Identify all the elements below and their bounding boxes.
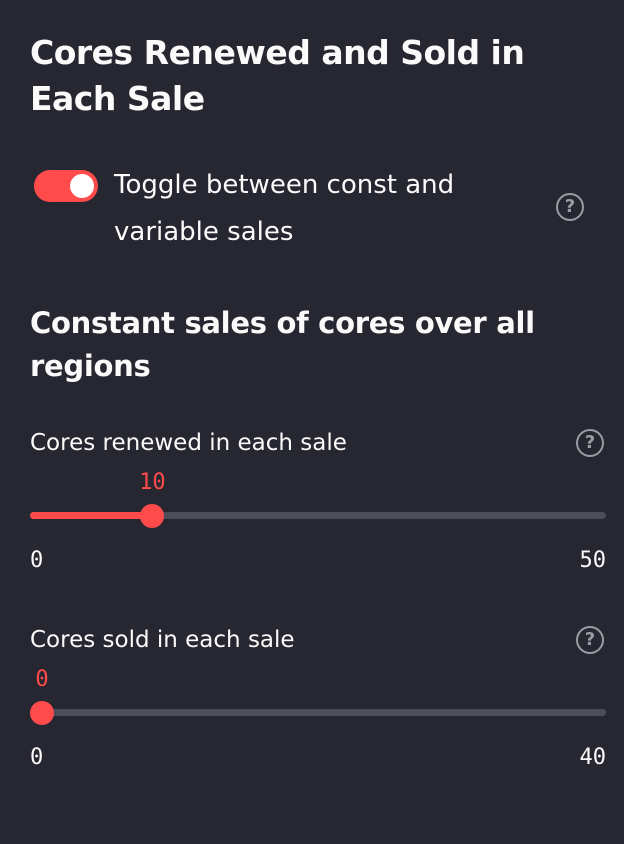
slider-thumb[interactable] bbox=[140, 504, 165, 528]
slider-max-label: 40 bbox=[579, 745, 607, 770]
slider-track[interactable] bbox=[30, 709, 606, 716]
slider-min-label: 0 bbox=[30, 548, 44, 573]
slider-fill bbox=[30, 512, 153, 519]
help-icon[interactable]: ? bbox=[576, 626, 604, 654]
cores-sold-slider: Cores sold in each sale ? 0 0 40 bbox=[30, 625, 606, 775]
section-title: Constant sales of cores over all regions bbox=[30, 306, 535, 383]
page-title: Cores Renewed and Sold in Each Sale bbox=[30, 33, 525, 118]
help-icon[interactable]: ? bbox=[556, 193, 584, 221]
slider-label: Cores sold in each sale bbox=[30, 627, 295, 653]
sidebar-panel: Cores Renewed and Sold in Each Sale Togg… bbox=[0, 0, 624, 844]
slider-value: 10 bbox=[139, 470, 166, 495]
help-icon[interactable]: ? bbox=[576, 429, 604, 457]
slider-thumb[interactable] bbox=[30, 701, 54, 725]
slider-min-label: 0 bbox=[30, 745, 44, 770]
slider-max-label: 50 bbox=[579, 548, 607, 573]
sales-mode-toggle-switch[interactable] bbox=[34, 170, 98, 202]
slider-label: Cores renewed in each sale bbox=[30, 430, 347, 456]
toggle-label[interactable]: Toggle between const and variable sales bbox=[114, 162, 494, 256]
slider-track[interactable] bbox=[30, 512, 606, 519]
cores-renewed-slider: Cores renewed in each sale ? 10 0 50 bbox=[30, 428, 606, 578]
toggle-knob bbox=[70, 174, 94, 198]
sales-mode-toggle-row: Toggle between const and variable sales … bbox=[30, 162, 600, 258]
slider-value: 0 bbox=[35, 667, 49, 692]
